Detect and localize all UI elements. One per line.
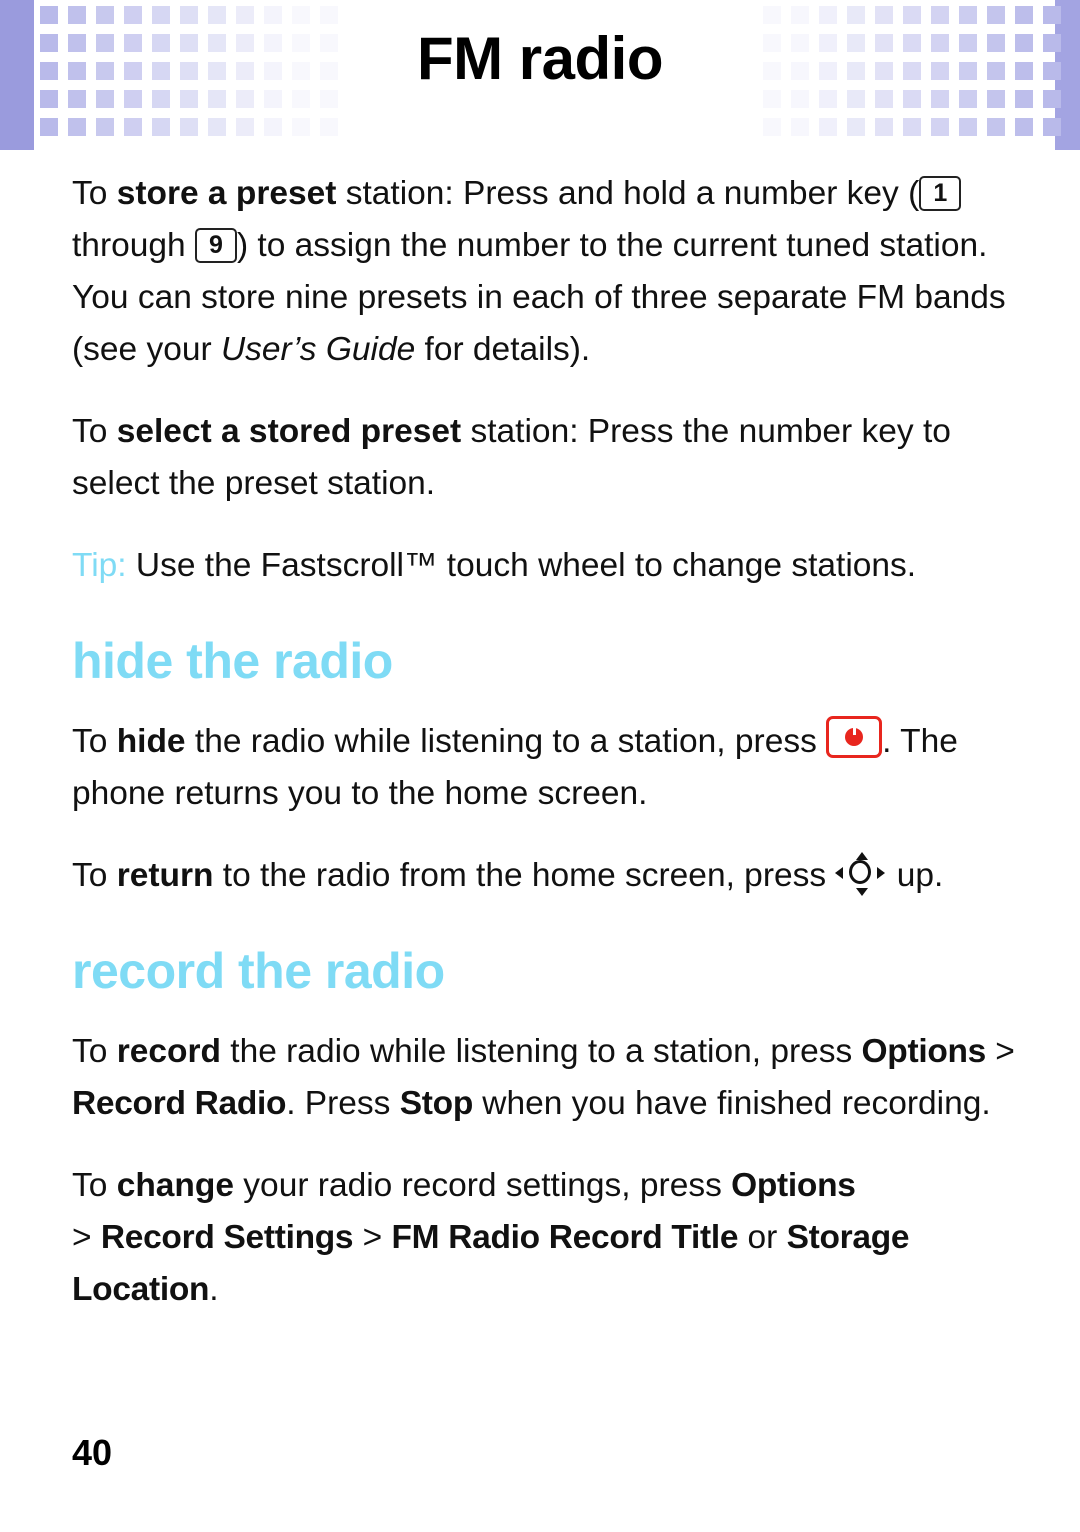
text-mid: the radio while listening to a station, … — [220, 1033, 862, 1070]
text-bold-return: return — [116, 857, 214, 894]
text-mid: the radio while listening to a station, … — [185, 723, 827, 760]
tip-text: Use the Fastscroll™ touch wheel to chang… — [126, 547, 917, 584]
section-heading-record-the-radio: record the radio — [72, 943, 445, 999]
text-lead: To — [72, 723, 117, 760]
text-tail: up. — [887, 857, 944, 894]
text-after-bold: station: Press and hold a number key ( — [336, 175, 920, 212]
text-bold-hide: hide — [116, 723, 186, 760]
text-mid: your radio record settings, press — [234, 1167, 732, 1204]
text-bold-record: record — [116, 1033, 221, 1070]
menu-item-options: Options — [731, 1167, 856, 1204]
text-separator: > — [986, 1033, 1015, 1070]
text-lead: To — [72, 413, 117, 450]
paragraph-hide: To hide the radio while listening to a s… — [72, 716, 1022, 820]
text-mid: through — [72, 227, 195, 264]
end-key-icon — [826, 716, 883, 758]
paragraph-change-settings: To change your radio record settings, pr… — [72, 1160, 1022, 1316]
paragraph-tip: Tip: Use the Fastscroll™ touch wheel to … — [72, 540, 1022, 592]
menu-item-options: Options — [861, 1033, 987, 1070]
paragraph-store-preset: To store a preset station: Press and hol… — [72, 168, 1022, 376]
text-tail: for details). — [415, 331, 591, 368]
text-tail: . — [209, 1271, 219, 1308]
text-mid: to the radio from the home screen, press — [213, 857, 836, 894]
paragraph-return: To return to the radio from the home scr… — [72, 850, 1022, 902]
page-header: FM radio — [0, 0, 1080, 150]
text-bold-select-a-stored-preset: select a stored preset — [116, 413, 462, 450]
paragraph-select-preset: To select a stored preset station: Press… — [72, 406, 1022, 510]
tip-label: Tip: — [72, 547, 127, 584]
text-separator-1: > — [72, 1219, 101, 1256]
text-lead: To — [72, 175, 117, 212]
text-tail: when you have finished recording. — [472, 1085, 991, 1122]
page-title: FM radio — [417, 25, 664, 92]
keycap-1-icon: 1 — [919, 176, 962, 211]
section-heading-hide-the-radio: hide the radio — [72, 633, 393, 689]
text-mid-2: . Press — [286, 1085, 400, 1122]
text-lead: To — [72, 1167, 117, 1204]
paragraph-record: To record the radio while listening to a… — [72, 1026, 1022, 1130]
page-content: To store a preset station: Press and hol… — [72, 168, 1022, 1342]
menu-item-record-radio: Record Radio — [72, 1085, 287, 1122]
text-bold-store-a-preset: store a preset — [116, 175, 337, 212]
menu-item-stop: Stop — [399, 1085, 474, 1122]
text-bold-change: change — [116, 1167, 234, 1204]
text-separator-2: > — [353, 1219, 392, 1256]
navigation-key-icon — [835, 852, 887, 896]
menu-item-fm-radio-record-title: FM Radio Record Title — [391, 1219, 739, 1256]
menu-item-record-settings: Record Settings — [100, 1219, 354, 1256]
text-italic-users-guide: User’s Guide — [220, 331, 416, 368]
keycap-9-icon: 9 — [194, 228, 237, 263]
text-lead: To — [72, 1033, 117, 1070]
text-mid-2: or — [738, 1219, 787, 1256]
page-number: 40 — [72, 1432, 113, 1473]
text-lead: To — [72, 857, 117, 894]
